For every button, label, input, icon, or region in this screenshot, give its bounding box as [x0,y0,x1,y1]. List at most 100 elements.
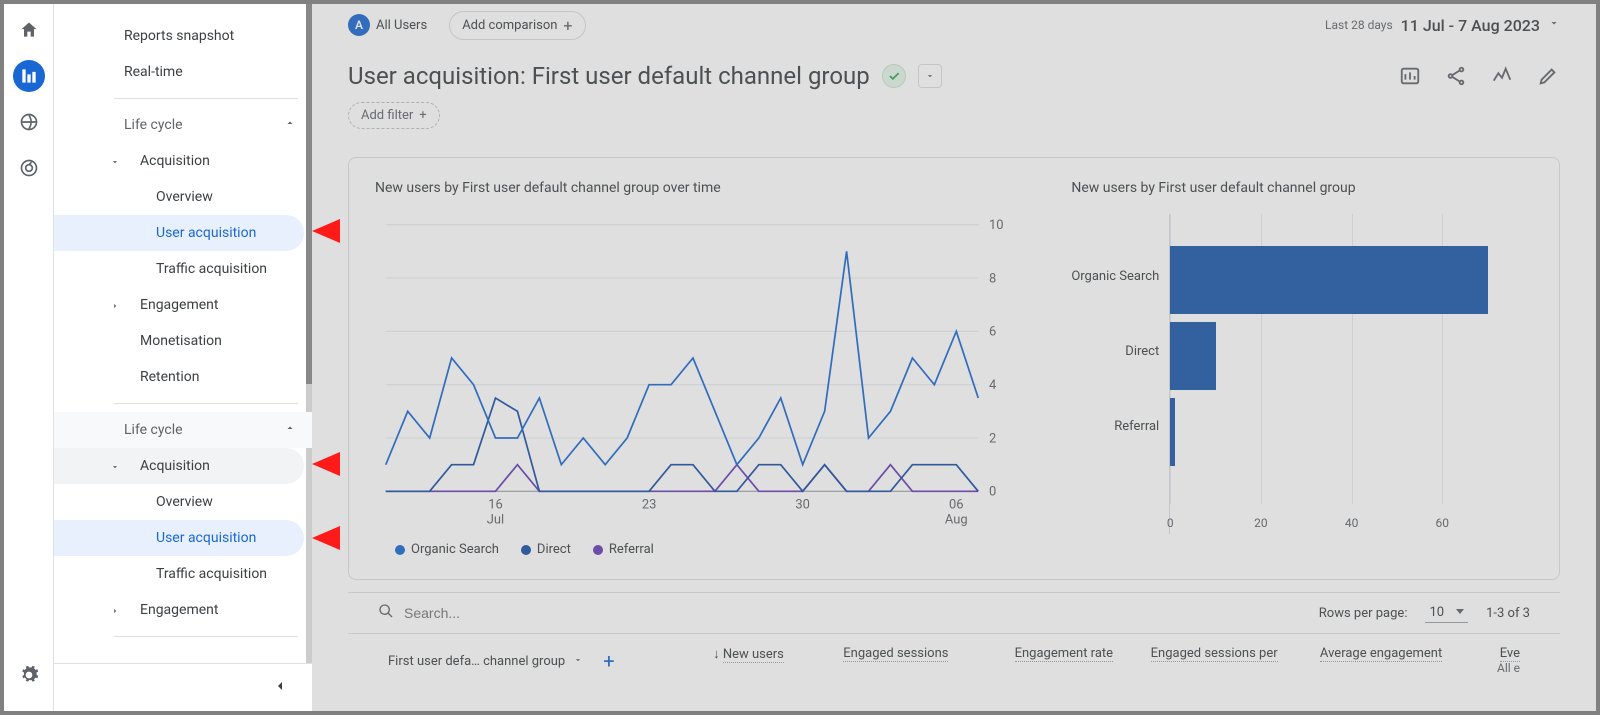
page-info: 1-3 of 3 [1486,606,1530,621]
advertising-icon[interactable] [13,152,45,184]
col-events[interactable]: EveAll e [1452,646,1530,676]
svg-text:8: 8 [989,271,996,286]
page-title: User acquisition: First user default cha… [348,62,870,90]
rows-per-page-select[interactable]: 10 [1425,603,1468,623]
plus-icon: + [419,108,426,123]
date-range: 11 Jul - 7 Aug 2023 [1401,16,1540,35]
annotation-arrow-2 [312,444,432,484]
col-engaged-sessions-per[interactable]: Engaged sessions per [1123,646,1288,676]
bar-category-label: Referral [1114,389,1169,464]
caret-down-icon [573,654,583,669]
customize-report-icon[interactable] [1398,64,1422,88]
nav-label: Acquisition [140,458,210,474]
edit-pencil-icon[interactable] [1536,64,1560,88]
col-engaged-sessions[interactable]: Engaged sessions [794,646,959,676]
bar-chart-title: New users by First user default channel … [1071,180,1533,196]
bar-segment [1170,398,1175,466]
caret-down-icon [1548,17,1560,33]
nav-traffic-acquisition-1[interactable]: Traffic acquisition [54,251,304,287]
collapse-sidebar-icon[interactable] [272,678,288,698]
svg-text:4: 4 [989,378,996,393]
segment-all-users[interactable]: A All Users [348,10,439,40]
svg-text:0: 0 [989,485,996,500]
chevron-up-icon [284,117,296,133]
svg-text:30: 30 [795,497,810,512]
nav-label: Engagement [140,297,218,313]
add-comparison-button[interactable]: Add comparison + [449,11,585,40]
icon-rail [4,4,54,711]
title-dropdown-button[interactable] [918,64,942,88]
segment-label: All Users [376,18,427,33]
nav-user-acquisition-1[interactable]: User acquisition [54,215,304,251]
legend-item[interactable]: Direct [521,542,571,557]
bar-axis-tick: 20 [1254,516,1268,530]
nav-divider [114,98,298,99]
nav-group-label: Life cycle [124,422,183,438]
svg-text:10: 10 [989,218,1004,233]
dimension-selector[interactable]: First user defa… channel group + [378,646,629,676]
nav-engagement-2[interactable]: Engagement [54,592,304,628]
nav-reports-snapshot[interactable]: Reports snapshot [54,18,304,54]
nav-acquisition-1[interactable]: Acquisition [54,143,304,179]
line-chart-title: New users by First user default channel … [375,180,1021,196]
legend-item[interactable]: Referral [593,542,654,557]
nav-group-life-cycle-2[interactable]: Life cycle [54,412,312,448]
date-label: Last 28 days [1325,18,1393,32]
bar-axis-tick: 40 [1345,516,1359,530]
nav-group-life-cycle-1[interactable]: Life cycle [54,107,312,143]
bar-axis-tick: 0 [1167,516,1174,530]
nav-acquisition-2[interactable]: Acquisition [54,448,304,484]
add-filter-label: Add filter [361,108,413,123]
col-avg-engagement[interactable]: Average engagement [1288,646,1453,676]
charts-card: New users by First user default channel … [348,157,1560,580]
share-icon[interactable] [1444,64,1468,88]
chevron-up-icon [284,422,296,438]
segment-badge: A [348,14,370,36]
nav-traffic-acquisition-2[interactable]: Traffic acquisition [54,556,304,592]
svg-text:6: 6 [989,325,996,340]
add-comparison-label: Add comparison [462,18,557,33]
svg-text:06: 06 [949,497,964,512]
svg-text:23: 23 [642,497,657,512]
col-new-users[interactable]: ↓ New users [629,646,794,676]
add-dimension-plus-icon[interactable]: + [603,649,614,673]
caret-right-icon [110,299,120,309]
nav-label: Engagement [140,602,218,618]
date-range-picker[interactable]: Last 28 days 11 Jul - 7 Aug 2023 [1325,16,1560,35]
insights-icon[interactable] [1490,64,1514,88]
nav-group-label: Life cycle [124,117,183,133]
nav-overview-1[interactable]: Overview [54,179,304,215]
chart-legend: Organic SearchDirectReferral [375,542,1021,557]
reports-icon[interactable] [13,60,45,92]
svg-text:2: 2 [989,431,996,446]
col-engagement-rate[interactable]: Engagement rate [958,646,1123,676]
rows-per-page-label: Rows per page: [1319,606,1408,621]
nav-real-time[interactable]: Real-time [54,54,304,90]
sort-arrow-icon: ↓ [713,647,723,662]
explore-icon[interactable] [13,106,45,138]
caret-down-icon [110,155,120,165]
table-toolbar: Rows per page: 10 1-3 of 3 [348,592,1560,633]
search-icon [378,603,394,623]
nav-divider [114,403,298,404]
caret-down-icon [110,460,120,470]
nav-engagement-1[interactable]: Engagement [54,287,304,323]
settings-icon[interactable] [13,659,45,691]
nav-monetisation[interactable]: Monetisation [54,323,304,359]
svg-text:16: 16 [488,497,503,512]
plus-icon: + [563,16,572,35]
home-icon[interactable] [13,14,45,46]
add-filter-button[interactable]: Add filter + [348,102,440,129]
bar-category-label: Direct [1125,314,1169,389]
verified-check-icon [882,64,906,88]
nav-retention[interactable]: Retention [54,359,304,395]
bar-axis-tick: 60 [1436,516,1450,530]
main-area: A All Users Add comparison + Last 28 day… [312,4,1596,711]
nav-user-acquisition-2[interactable]: User acquisition [54,520,304,556]
line-chart: 024681016Jul233006Aug [375,214,1021,534]
report-sidebar: Reports snapshot Real-time Life cycle Ac… [54,4,312,711]
sidebar-footer [54,663,312,711]
nav-overview-2[interactable]: Overview [54,484,304,520]
bar-segment [1170,246,1487,314]
table-search-input[interactable] [404,605,604,621]
